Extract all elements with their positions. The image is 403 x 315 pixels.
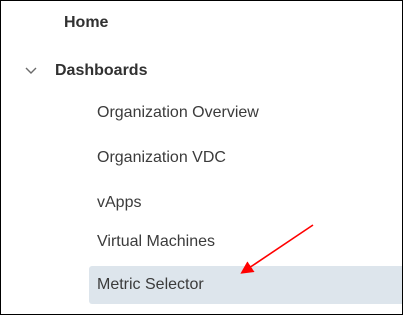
nav-item-label: Organization Overview bbox=[97, 104, 259, 121]
nav-item-label: Organization VDC bbox=[97, 149, 226, 166]
navigation-panel: Home Dashboards Organization Overview Or… bbox=[0, 0, 403, 315]
chevron-down-icon[interactable] bbox=[21, 61, 41, 81]
nav-item-home[interactable]: Home bbox=[1, 5, 402, 41]
nav-group-dashboards[interactable]: Dashboards bbox=[1, 53, 402, 89]
nav-item-virtual-machines[interactable]: Virtual Machines bbox=[1, 224, 402, 260]
nav-item-label: vApps bbox=[97, 194, 142, 211]
nav-item-label: Metric Selector bbox=[97, 276, 204, 293]
nav-item-label: Virtual Machines bbox=[97, 233, 215, 250]
nav-item-vapps[interactable]: vApps bbox=[1, 185, 402, 221]
nav-item-organization-overview[interactable]: Organization Overview bbox=[1, 95, 402, 131]
nav-item-metric-selector[interactable]: Metric Selector bbox=[89, 266, 402, 304]
nav-item-organization-vdc[interactable]: Organization VDC bbox=[1, 140, 402, 176]
nav-item-home-label: Home bbox=[64, 14, 109, 31]
nav-group-dashboards-label: Dashboards bbox=[55, 62, 148, 79]
